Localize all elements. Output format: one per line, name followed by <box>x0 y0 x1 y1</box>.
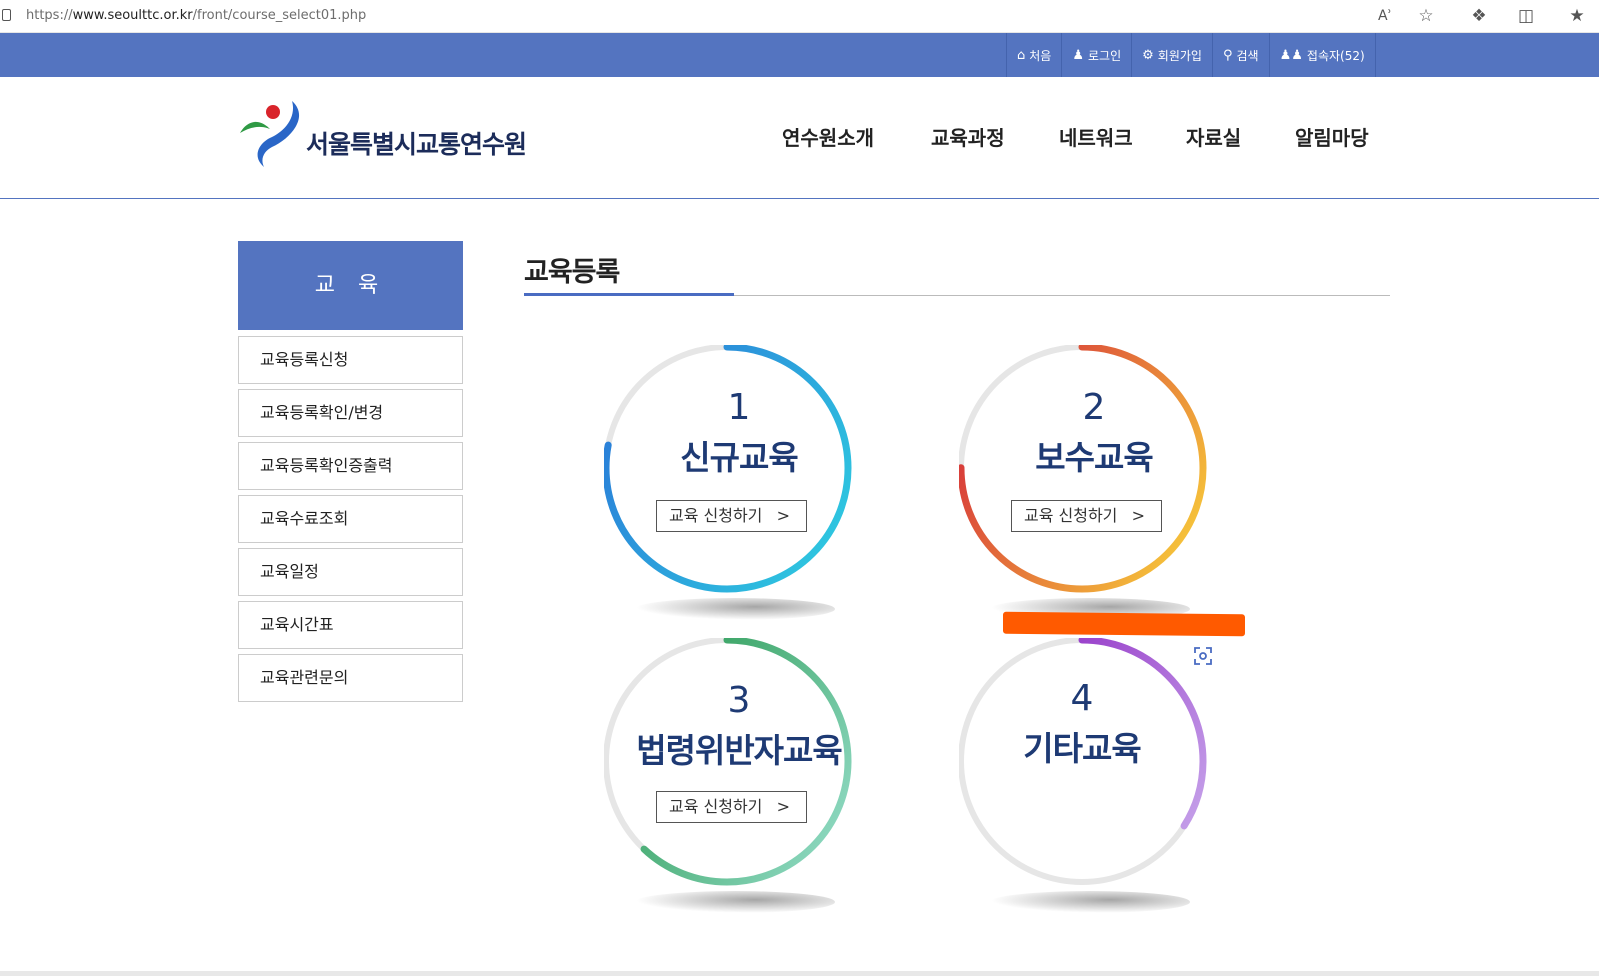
course-card-violator[interactable]: 3 법령위반자교육 교육 신청하기 > <box>604 638 874 938</box>
site-info-icon[interactable] <box>2 9 11 21</box>
chevron-right-icon: > <box>776 506 790 525</box>
page-title: 교육등록 <box>524 257 620 288</box>
favorite-star-icon[interactable]: ☆ <box>1415 5 1437 27</box>
apply-button[interactable]: 교육 신청하기 > <box>656 500 807 532</box>
gear-icon: ⚙ <box>1142 47 1154 63</box>
course-number: 1 <box>727 387 751 428</box>
sidebar-item-register[interactable]: 교육등록신청 <box>238 336 463 384</box>
sidebar-item-schedule[interactable]: 교육일정 <box>238 548 463 596</box>
apply-button[interactable]: 교육 신청하기 > <box>656 791 807 823</box>
utility-signup[interactable]: ⚙ 회원가입 <box>1132 33 1213 77</box>
extensions-icon[interactable]: ❖ <box>1468 5 1490 27</box>
course-name: 법령위반자교육 <box>636 731 843 770</box>
course-number: 2 <box>1082 387 1106 428</box>
course-number: 4 <box>1070 678 1094 719</box>
user-icon: ♟ <box>1072 47 1085 63</box>
site-header: 서울특별시교통연수원 연수원소개 교육과정 네트워크 자료실 알림마당 <box>0 77 1599 199</box>
logo-text[interactable]: 서울특별시교통연수원 <box>306 125 527 161</box>
sidebar-item-check-change[interactable]: 교육등록확인/변경 <box>238 389 463 437</box>
course-card-new[interactable]: 1 신규교육 교육 신청하기 > <box>604 345 874 645</box>
split-screen-icon[interactable]: ◫ <box>1515 5 1537 27</box>
course-name: 기타교육 <box>1023 729 1141 768</box>
users-icon: ♟♟ <box>1279 47 1303 63</box>
favorites-icon[interactable]: ★ <box>1566 5 1588 27</box>
sidebar-item-print-certificate[interactable]: 교육등록확인증출력 <box>238 442 463 490</box>
course-name: 보수교육 <box>1035 438 1153 477</box>
sidebar-title: 교 육 <box>238 241 463 330</box>
url-field[interactable]: https://www.seoulttc.or.kr/front/course_… <box>26 8 366 23</box>
utility-bar: ⌂ 처음 ♟ 로그인 ⚙ 회원가입 ⚲ 검색 ♟♟ 접속자(52) <box>0 33 1599 77</box>
utility-nav: ⌂ 처음 ♟ 로그인 ⚙ 회원가입 ⚲ 검색 ♟♟ 접속자(52) <box>1006 33 1376 77</box>
course-name: 신규교육 <box>680 438 798 477</box>
search-icon: ⚲ <box>1222 47 1233 63</box>
title-accent <box>524 293 734 296</box>
browser-address-bar: https://www.seoulttc.or.kr/front/course_… <box>0 0 1599 33</box>
chevron-right-icon: > <box>776 797 790 816</box>
nav-library[interactable]: 자료실 <box>1186 122 1241 151</box>
utility-login[interactable]: ♟ 로그인 <box>1062 33 1133 77</box>
read-aloud-icon[interactable]: Aʾ <box>1374 5 1396 27</box>
apply-button[interactable]: 교육 신청하기 > <box>1011 500 1162 532</box>
course-card-other[interactable]: 4 기타교육 <box>959 638 1229 938</box>
sidebar-item-timetable[interactable]: 교육시간표 <box>238 601 463 649</box>
course-number: 3 <box>727 680 751 721</box>
course-ring <box>604 345 852 593</box>
home-icon: ⌂ <box>1017 47 1026 63</box>
nav-courses[interactable]: 교육과정 <box>931 122 1005 151</box>
course-card-refresher[interactable]: 2 보수교육 교육 신청하기 > <box>959 345 1229 645</box>
highlight-annotation <box>1003 611 1245 637</box>
nav-network[interactable]: 네트워크 <box>1059 122 1133 151</box>
footer-divider <box>0 971 1599 976</box>
course-ring <box>604 638 852 886</box>
visual-search-icon[interactable] <box>1192 645 1214 667</box>
chevron-right-icon: > <box>1131 506 1145 525</box>
utility-search[interactable]: ⚲ 검색 <box>1213 33 1270 77</box>
utility-visitors[interactable]: ♟♟ 접속자(52) <box>1270 33 1376 77</box>
nav-about[interactable]: 연수원소개 <box>782 122 874 151</box>
course-ring <box>959 345 1207 593</box>
sidebar-item-completion[interactable]: 교육수료조회 <box>238 495 463 543</box>
nav-notice[interactable]: 알림마당 <box>1295 122 1369 151</box>
sidebar-item-inquiry[interactable]: 교육관련문의 <box>238 654 463 702</box>
utility-home[interactable]: ⌂ 처음 <box>1007 33 1063 77</box>
